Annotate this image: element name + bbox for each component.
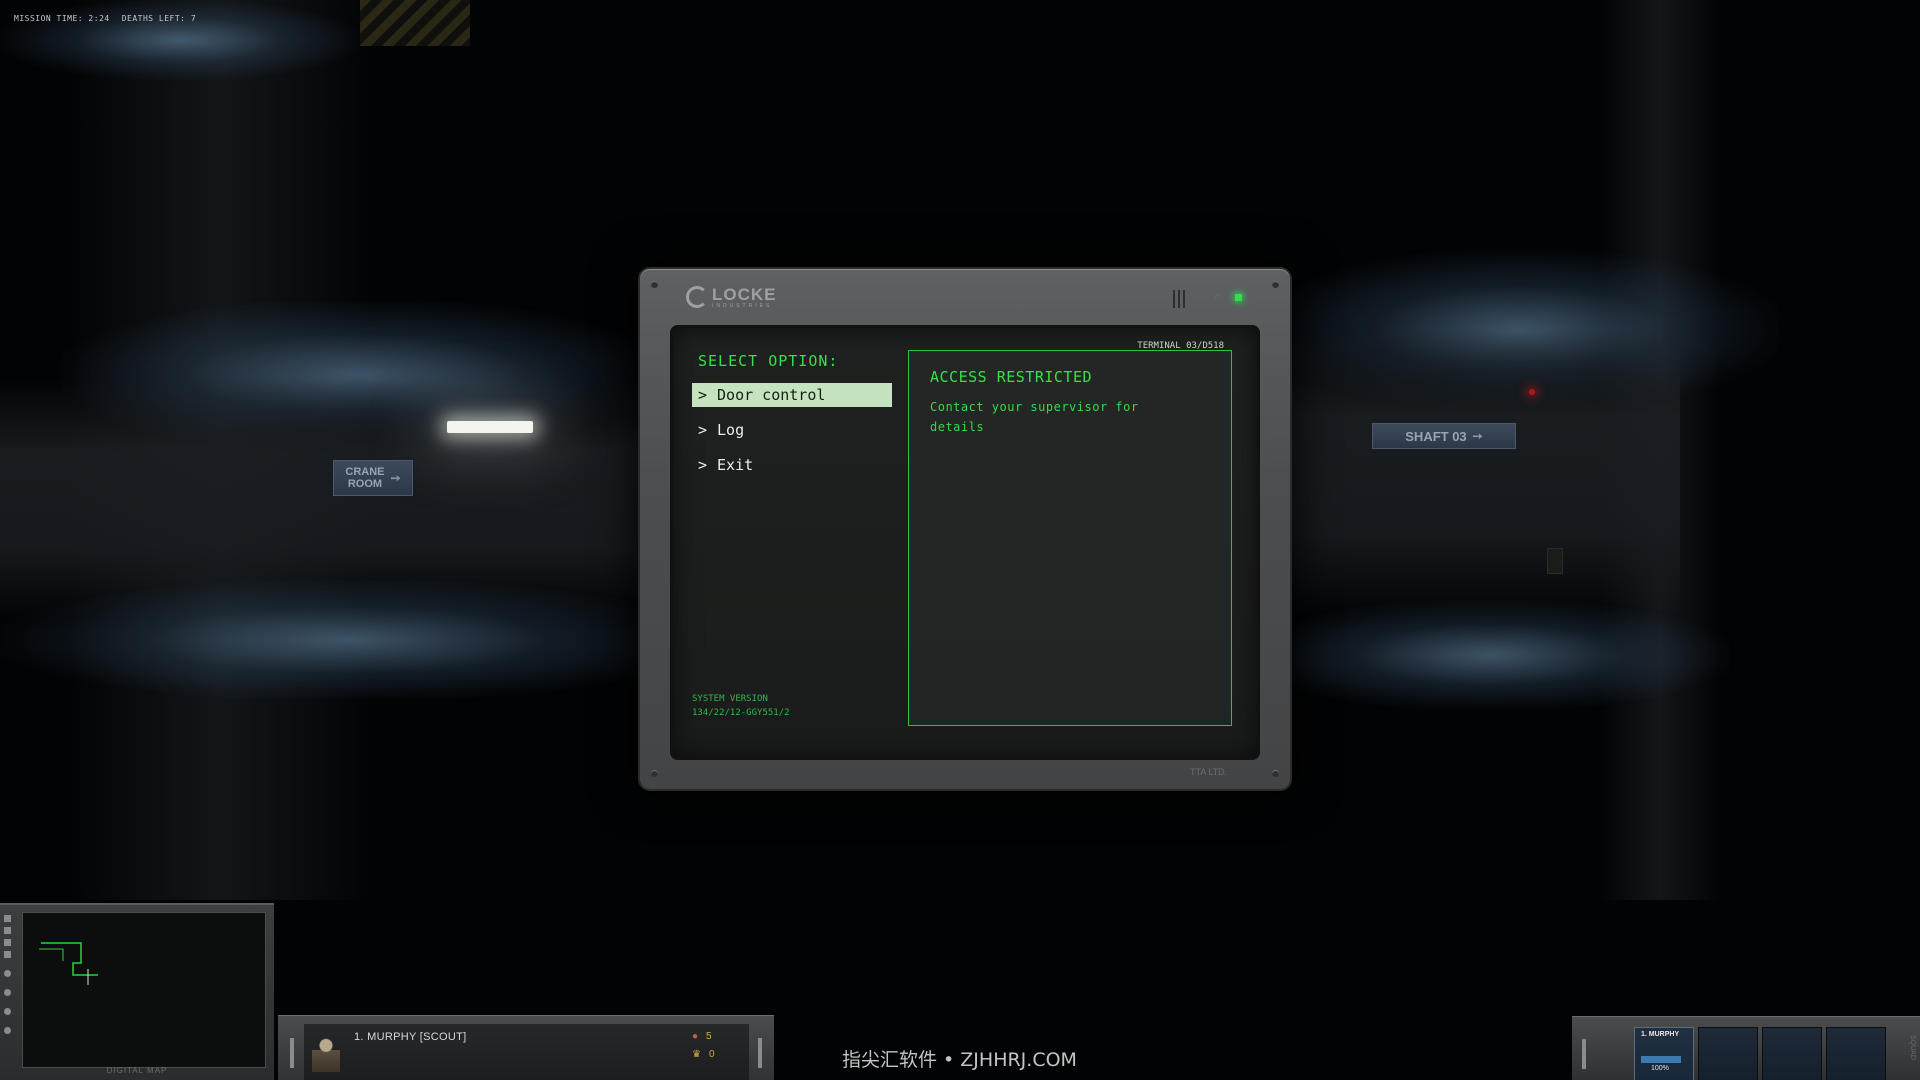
ceiling-lamp <box>447 421 533 433</box>
sign-shaft-label: SHAFT 03 <box>1405 428 1467 444</box>
menu-item-label: Exit <box>717 456 754 474</box>
wall-switch-box <box>1547 548 1563 574</box>
prompt-chevron-icon: > <box>698 456 708 474</box>
bar-handle <box>1582 1039 1586 1069</box>
rock-top-left <box>0 0 360 80</box>
map-zoom-button[interactable] <box>4 970 11 977</box>
menu-item-log[interactable]: > Log <box>692 418 892 442</box>
squad-health-bar <box>1641 1056 1681 1063</box>
squad-slot-name: 1. MURPHY <box>1641 1031 1680 1038</box>
character-portrait <box>312 1034 340 1072</box>
sign-crane-line2: ROOM <box>347 478 383 490</box>
minimap-controls <box>4 915 14 1034</box>
sign-crane-room: CRANE ROOM ➙ <box>333 460 413 496</box>
screw <box>1272 770 1279 777</box>
locke-logo-icon <box>686 286 708 308</box>
system-version: SYSTEM VERSION 134/22/12-GGY551/2 <box>692 692 790 720</box>
system-version-label: SYSTEM VERSION <box>692 694 768 704</box>
minimap-label: DIGITAL MAP <box>106 1066 168 1075</box>
stat-kills-value: 5 <box>706 1031 712 1042</box>
deaths-left: DEATHS LEFT: 7 <box>121 14 197 23</box>
brand-sub: INDUSTRIES <box>712 303 773 309</box>
character-info[interactable]: 1. MURPHY [SCOUT] ● 5 ♛ 0 <box>304 1024 749 1080</box>
mission-hud: MISSION TIME: 2:24 DEATHS LEFT: 7 <box>14 14 196 23</box>
screw <box>651 281 658 288</box>
rock-floor-right <box>1250 600 1730 710</box>
brand-name: LOCKE <box>712 285 777 304</box>
menu-item-door-control[interactable]: > Door control <box>692 383 892 407</box>
sign-shaft-03: SHAFT 03 ➙ <box>1372 423 1516 449</box>
map-zoom-button[interactable] <box>4 989 11 996</box>
character-bar: 1. MURPHY [SCOUT] ● 5 ♛ 0 <box>278 1015 774 1080</box>
red-warning-light <box>1529 389 1535 395</box>
status-led <box>1235 294 1242 301</box>
info-panel: ACCESS RESTRICTED Contact your superviso… <box>908 350 1232 726</box>
squad-slot-4[interactable] <box>1826 1027 1886 1080</box>
signal-icon: ◜ <box>1215 293 1219 304</box>
vent-bars-icon <box>1173 290 1185 308</box>
squad-slot-2[interactable] <box>1698 1027 1758 1080</box>
system-version-value: 134/22/12-GGY551/2 <box>692 708 790 718</box>
prompt-chevron-icon: > <box>698 386 708 404</box>
crown-icon: ♛ <box>692 1049 701 1060</box>
manufacturer-footer: TTA LTD. <box>1190 767 1228 777</box>
character-name: 1. MURPHY [SCOUT] <box>354 1031 467 1043</box>
prompt-chevron-icon: > <box>698 421 708 439</box>
arrow-right-icon: ➙ <box>1472 429 1483 443</box>
squad-side-label: SQUAD <box>1909 1035 1916 1060</box>
grenade-icon: ● <box>692 1031 699 1042</box>
terminal-screen: TERMINAL 03/D518 SELECT OPTION: > Door c… <box>670 325 1260 760</box>
terminal-menu: > Door control > Log > Exit <box>692 383 892 488</box>
bar-handle <box>758 1038 762 1068</box>
menu-item-label: Door control <box>717 386 826 404</box>
map-toggle-button[interactable] <box>4 915 11 922</box>
minimap-panel: DIGITAL MAP <box>0 903 274 1080</box>
bar-handle <box>290 1038 294 1068</box>
menu-item-exit[interactable]: > Exit <box>692 453 892 477</box>
terminal-device: LOCKE INDUSTRIES ◜ TERMINAL 03/D518 SELE… <box>640 269 1290 789</box>
squad-health-pct: 100% <box>1651 1065 1669 1072</box>
squad-panel: 1. MURPHY 100% SQUAD <box>1572 1016 1920 1080</box>
squad-slot-1[interactable]: 1. MURPHY 100% <box>1634 1027 1694 1080</box>
watermark: 指尖汇软件 • ZJHHRJ.COM <box>842 1049 1077 1071</box>
locke-brand: LOCKE INDUSTRIES <box>686 285 777 309</box>
menu-item-label: Log <box>717 421 745 439</box>
select-option-title: SELECT OPTION: <box>698 352 839 370</box>
access-restricted-message: Contact your supervisor for details <box>930 400 1139 434</box>
map-zoom-button[interactable] <box>4 1027 11 1034</box>
stat-rank-value: 0 <box>708 1049 715 1060</box>
map-toggle-button[interactable] <box>4 939 11 946</box>
map-toggle-button[interactable] <box>4 927 11 934</box>
screw <box>651 770 658 777</box>
sign-crane-line1: CRANE <box>345 466 385 478</box>
game-scene: CRANE ROOM ➙ SHAFT 03 ➙ MISSION TIME: 2:… <box>0 0 1920 1080</box>
stat-kills: ● 5 <box>692 1031 712 1042</box>
hazard-stripes <box>360 0 470 46</box>
arrow-right-icon: ➙ <box>390 471 401 485</box>
corridor-wall-right <box>1280 330 1680 620</box>
stat-rank: ♛ 0 <box>692 1049 715 1060</box>
access-restricted-title: ACCESS RESTRICTED <box>930 368 1093 386</box>
screw <box>1272 281 1279 288</box>
rock-floor-left <box>0 580 700 700</box>
minimap-screen[interactable] <box>22 912 266 1068</box>
map-toggle-button[interactable] <box>4 951 11 958</box>
mission-time: MISSION TIME: 2:24 <box>14 14 110 23</box>
map-zoom-button[interactable] <box>4 1008 11 1015</box>
squad-slot-3[interactable] <box>1762 1027 1822 1080</box>
minimap-route-icon <box>39 942 98 985</box>
